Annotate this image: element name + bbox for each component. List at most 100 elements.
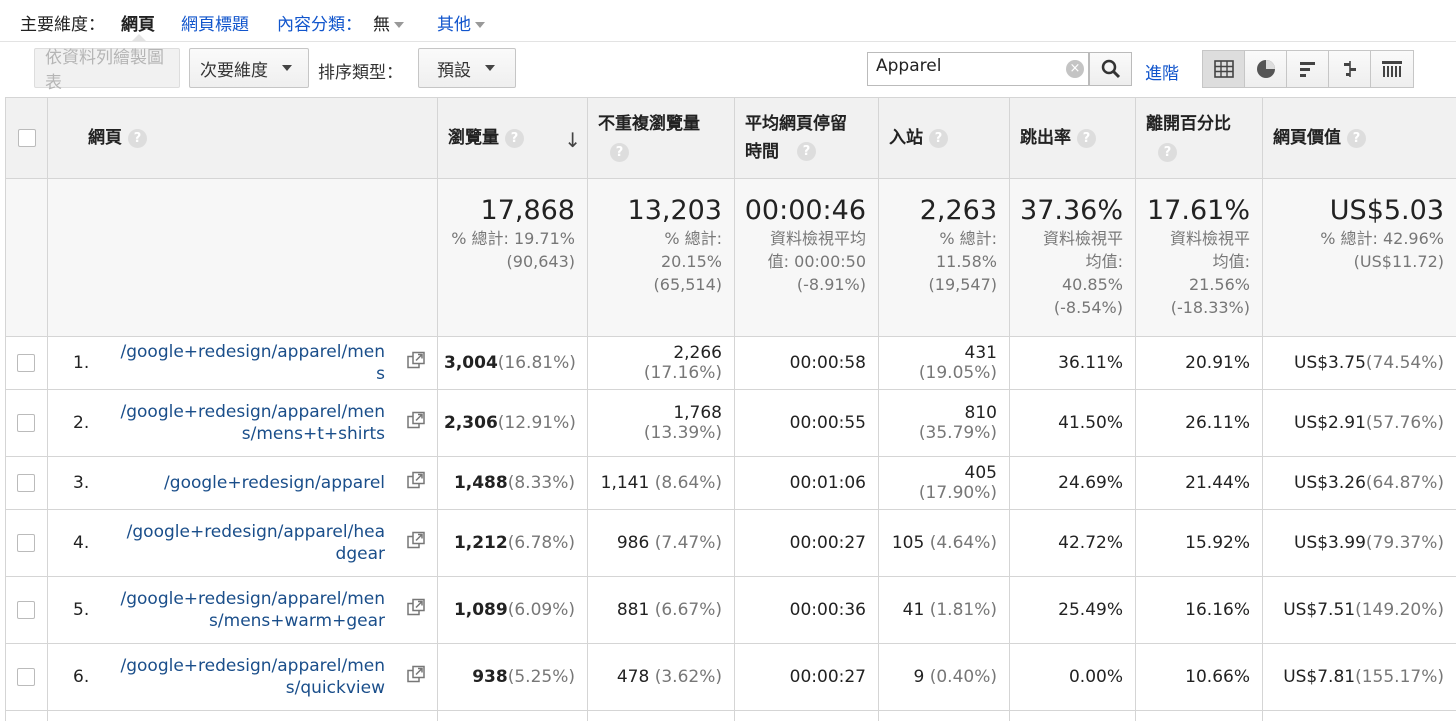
row-checkbox[interactable] bbox=[17, 414, 35, 432]
sort-descending-icon[interactable]: ↓ bbox=[564, 126, 581, 154]
table-view-button[interactable] bbox=[1203, 51, 1245, 87]
unique-pageviews-value: 1,141 bbox=[600, 473, 650, 493]
page-value-cell: US$3.26(64.87%) bbox=[1262, 456, 1456, 510]
dimension-page-tab[interactable]: 網頁 bbox=[121, 10, 155, 35]
external-link-icon[interactable] bbox=[407, 411, 425, 435]
external-link-icon[interactable] bbox=[407, 531, 425, 555]
comparison-icon bbox=[1343, 61, 1356, 77]
pivot-view-button[interactable] bbox=[1371, 51, 1413, 87]
pageviews-value: 1,089 bbox=[453, 600, 508, 620]
row-checkbox[interactable] bbox=[17, 474, 35, 492]
col-header-page-value[interactable]: 網頁價值? bbox=[1262, 97, 1456, 179]
help-icon[interactable]: ? bbox=[1158, 142, 1177, 162]
row-checkbox[interactable] bbox=[17, 354, 35, 372]
exit-pct-cell: 26.11% bbox=[1135, 389, 1263, 457]
pageviews-pct: (5.25%) bbox=[507, 667, 575, 687]
col-header-pageviews[interactable]: 瀏覽量? ↓ bbox=[437, 97, 588, 179]
col-header-unique-pageviews[interactable]: 不重複瀏覽量? bbox=[587, 97, 735, 179]
page-cell: 2. /google+redesign/apparel/mens/mens+t+… bbox=[47, 389, 438, 457]
page-path-link[interactable]: /google+redesign/apparel/mens/mens+t+shi… bbox=[117, 401, 385, 445]
unique-pageviews-value: 986 bbox=[616, 533, 650, 553]
entrances-value: 405 bbox=[964, 463, 997, 483]
page-path-link[interactable]: /google+redesign/apparel bbox=[117, 472, 385, 494]
empty-cell bbox=[437, 710, 588, 721]
row-checkbox-cell bbox=[5, 643, 48, 711]
unique-pageviews-pct: (6.67%) bbox=[654, 600, 722, 620]
comparison-view-button[interactable] bbox=[1329, 51, 1371, 87]
help-icon[interactable]: ? bbox=[1077, 128, 1096, 148]
page-path-link[interactable]: /google+redesign/apparel/headgear bbox=[117, 521, 385, 565]
select-all-checkbox[interactable] bbox=[17, 129, 36, 147]
entrances-value: 105 bbox=[891, 533, 925, 553]
pageviews-pct: (16.81%) bbox=[497, 353, 576, 373]
table-row: 4. /google+redesign/apparel/headgear 1,2… bbox=[5, 509, 1456, 577]
advanced-filter-link[interactable]: 進階 bbox=[1145, 59, 1179, 84]
avg-time-cell: 00:01:06 bbox=[734, 456, 879, 510]
help-icon[interactable]: ? bbox=[797, 142, 816, 161]
secondary-dimension-dropdown[interactable]: 次要維度 bbox=[189, 48, 309, 88]
row-number: 3. bbox=[73, 473, 90, 493]
row-checkbox-cell bbox=[5, 456, 48, 510]
row-checkbox[interactable] bbox=[17, 601, 35, 619]
page-path-link[interactable]: /google+redesign/apparel/mens/quickview bbox=[117, 655, 385, 699]
pageviews-value: 3,004 bbox=[444, 353, 498, 373]
external-link-icon[interactable] bbox=[407, 351, 425, 375]
help-icon[interactable]: ? bbox=[610, 142, 629, 162]
col-header-bounce-rate[interactable]: 跳出率? bbox=[1009, 97, 1136, 179]
dimension-page-title-link[interactable]: 網頁標題 bbox=[181, 10, 249, 35]
table-row: 5. /google+redesign/apparel/mens/mens+wa… bbox=[5, 576, 1456, 644]
pie-view-button[interactable] bbox=[1245, 51, 1287, 87]
row-number: 1. bbox=[73, 353, 90, 373]
page-path-link[interactable]: /google+redesign/apparel/mens bbox=[117, 341, 385, 385]
page-value-cell: US$3.75(74.54%) bbox=[1262, 336, 1456, 390]
row-checkbox-cell bbox=[5, 509, 48, 577]
entrances-pct: (19.05%) bbox=[918, 363, 997, 383]
totals-exit-pct: 17.61% 資料檢視平 均值: 21.56% (-18.33%) bbox=[1135, 178, 1263, 337]
col-header-exit-pct[interactable]: 離開百分比? bbox=[1135, 97, 1263, 179]
bar-view-button[interactable] bbox=[1287, 51, 1329, 87]
entrances-cell: 810 (35.79%) bbox=[878, 389, 1010, 457]
external-link-icon[interactable] bbox=[407, 665, 425, 689]
row-checkbox[interactable] bbox=[17, 668, 35, 686]
col-header-entrances[interactable]: 入站? bbox=[878, 97, 1010, 179]
content-grouping-label[interactable]: 內容分類： bbox=[277, 10, 362, 35]
col-header-avg-time[interactable]: 平均網頁停留時間? bbox=[734, 97, 879, 179]
entrances-cell: 105 (4.64%) bbox=[878, 509, 1010, 577]
table-filter-input[interactable]: Apparel × bbox=[867, 52, 1089, 86]
row-checkbox-cell bbox=[5, 336, 48, 390]
search-button[interactable] bbox=[1089, 52, 1132, 86]
external-link-icon[interactable] bbox=[407, 471, 425, 495]
help-icon[interactable]: ? bbox=[929, 128, 948, 148]
page-value-pct: (149.20%) bbox=[1355, 600, 1444, 620]
entrances-pct: (0.40%) bbox=[929, 667, 997, 687]
content-grouping-dropdown[interactable]: 無 bbox=[373, 10, 404, 35]
empty-cell bbox=[1262, 710, 1456, 721]
page-value-cell: US$2.91(57.76%) bbox=[1262, 389, 1456, 457]
unique-pageviews-cell: 1,141 (8.64%) bbox=[587, 456, 735, 510]
page-value-pct: (57.76%) bbox=[1365, 413, 1444, 433]
exit-pct-cell: 10.66% bbox=[1135, 643, 1263, 711]
row-checkbox[interactable] bbox=[17, 534, 35, 552]
page-cell: 6. /google+redesign/apparel/mens/quickvi… bbox=[47, 643, 438, 711]
pageviews-cell: 1,212(6.78%) bbox=[437, 509, 588, 577]
pageviews-value: 2,306 bbox=[444, 413, 498, 433]
page-path-link[interactable]: /google+redesign/apparel/mens/mens+warm+… bbox=[117, 588, 385, 632]
help-icon[interactable]: ? bbox=[505, 128, 524, 148]
help-icon[interactable]: ? bbox=[1347, 128, 1366, 148]
clear-search-icon[interactable]: × bbox=[1066, 60, 1084, 78]
avg-time-cell: 00:00:27 bbox=[734, 509, 879, 577]
external-link-icon[interactable] bbox=[407, 598, 425, 622]
col-header-label: 入站 bbox=[889, 128, 923, 148]
exit-pct-cell: 21.44% bbox=[1135, 456, 1263, 510]
sort-type-dropdown[interactable]: 預設 bbox=[418, 48, 516, 88]
row-number: 4. bbox=[73, 533, 90, 553]
col-header-page[interactable]: 網頁? bbox=[47, 97, 438, 179]
pageviews-value: 1,212 bbox=[453, 533, 508, 553]
other-dimensions-dropdown[interactable]: 其他 bbox=[437, 10, 485, 35]
col-header-label: 瀏覽量 bbox=[448, 128, 499, 148]
empty-cell bbox=[878, 710, 1010, 721]
entrances-value: 9 bbox=[913, 667, 925, 687]
help-icon[interactable]: ? bbox=[128, 128, 147, 148]
plot-rows-button[interactable]: 依資料列繪製圖表 bbox=[34, 48, 180, 93]
page-value-value: US$7.51 bbox=[1283, 600, 1356, 620]
